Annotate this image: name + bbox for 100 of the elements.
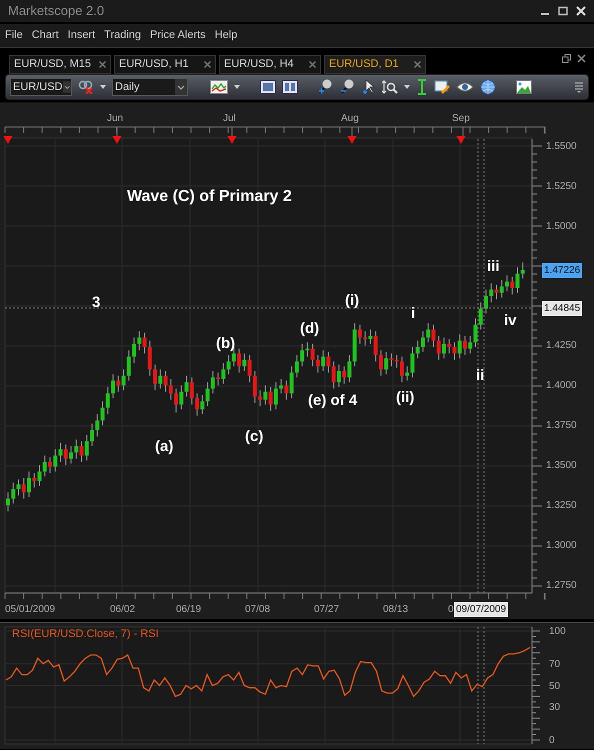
candlestick	[416, 340, 420, 359]
menu-item[interactable]: Help	[214, 27, 238, 44]
candlestick	[394, 354, 399, 368]
image-icon[interactable]	[516, 80, 532, 94]
candlestick	[148, 340, 152, 376]
candlestick	[38, 464, 42, 486]
candlestick	[242, 352, 246, 372]
axis-label: 100	[549, 625, 566, 639]
candlestick	[447, 338, 452, 354]
candlestick	[378, 350, 383, 376]
candlestick	[32, 472, 36, 488]
candlestick	[126, 350, 131, 382]
zoom-out-icon[interactable]	[340, 79, 356, 95]
candlestick	[316, 354, 320, 374]
note-icon[interactable]	[434, 79, 450, 95]
candlestick	[484, 289, 488, 314]
axis-label: 1.3000	[546, 538, 577, 553]
candlestick	[248, 354, 252, 383]
wave-label: 3	[92, 293, 100, 313]
axis-label: 1.2750	[546, 578, 577, 593]
chart-tab[interactable]: EUR/USD, H4	[219, 55, 321, 74]
axis-label: 1.4000	[546, 379, 577, 394]
caret-icon[interactable]	[234, 85, 240, 89]
axis-label: 0	[549, 734, 555, 748]
close-icon[interactable]	[577, 54, 586, 63]
axis-label: 1.4250	[546, 339, 577, 354]
candlestick	[310, 343, 315, 367]
maximize-icon[interactable]	[558, 6, 568, 16]
candlestick	[500, 280, 504, 298]
axis-label: 1.5500	[546, 140, 577, 154]
price-badge: 1.47226	[542, 263, 582, 278]
candlestick	[6, 492, 10, 512]
pointer-icon[interactable]	[362, 79, 376, 95]
chart-tab[interactable]: EUR/USD, D1	[324, 55, 426, 74]
candlestick	[294, 354, 299, 378]
menu-item[interactable]: Chart	[30, 27, 60, 44]
candlestick	[132, 336, 136, 364]
candlestick	[305, 342, 310, 358]
window-icon[interactable]	[282, 80, 298, 94]
line-chart-icon[interactable]	[210, 80, 228, 94]
candlestick	[106, 386, 110, 415]
candlestick	[174, 388, 178, 413]
restore-icon[interactable]	[562, 54, 571, 63]
globe-icon[interactable]	[480, 79, 496, 95]
candlestick	[142, 332, 147, 354]
candlestick	[226, 354, 231, 375]
candlestick	[363, 330, 368, 346]
menu-item[interactable]: File	[4, 27, 24, 44]
candlestick	[48, 456, 52, 474]
wave-label: Wave (C) of Primary 2	[127, 187, 292, 207]
wave-label: (c)	[245, 427, 264, 447]
candlestick	[122, 368, 126, 391]
menu-icon[interactable]	[574, 81, 584, 93]
caret-icon[interactable]	[404, 85, 410, 89]
candlestick	[342, 366, 346, 384]
candlestick	[84, 434, 89, 461]
menu-item[interactable]: Price Alerts	[149, 27, 207, 44]
axis-label: 1.3750	[546, 419, 577, 434]
candlestick	[16, 479, 21, 496]
caret-icon	[175, 79, 187, 95]
axis-label: Sep	[452, 112, 470, 126]
symbol-dropdown[interactable]: EUR/USD	[10, 78, 72, 96]
chart-tab[interactable]: EUR/USD, H1	[114, 55, 216, 74]
window-icon[interactable]	[260, 80, 276, 94]
menu-item[interactable]: Insert	[66, 27, 96, 44]
candlestick	[80, 440, 84, 462]
unlink-icon[interactable]	[78, 80, 94, 94]
candlestick	[42, 455, 47, 477]
candlestick	[137, 330, 142, 351]
candlestick	[210, 370, 215, 394]
marker-icon	[228, 136, 236, 144]
candlestick	[515, 266, 520, 294]
candlestick	[300, 343, 304, 367]
wave-label: (e) of 4	[308, 391, 358, 411]
eye-icon[interactable]	[456, 80, 474, 94]
candlestick	[58, 442, 63, 462]
i-beam-icon[interactable]	[416, 79, 428, 95]
candlestick	[200, 394, 204, 415]
candlestick	[284, 380, 288, 400]
timeframe-dropdown[interactable]: Daily	[112, 78, 188, 96]
candlestick	[462, 335, 467, 356]
menu-item[interactable]: Trading	[103, 27, 142, 44]
caret-icon[interactable]	[100, 85, 106, 89]
candlestick	[473, 318, 478, 348]
chart-tab[interactable]: EUR/USD, M15	[9, 55, 111, 74]
magnifier-icon[interactable]	[382, 79, 398, 95]
candlestick	[504, 274, 509, 292]
candlestick	[374, 330, 378, 362]
candlestick	[184, 375, 189, 398]
zoom-in-icon[interactable]	[318, 79, 334, 95]
wave-label: iii	[487, 257, 500, 277]
candlestick	[237, 348, 242, 374]
axis-label: 1.5000	[546, 220, 577, 234]
candlestick	[332, 360, 336, 390]
wave-label: ii	[476, 366, 484, 386]
wave-label: (a)	[155, 437, 174, 457]
axis-label: 07/08	[245, 603, 270, 617]
axis-label: 30	[549, 701, 560, 716]
candlestick	[405, 366, 410, 382]
candlestick	[420, 330, 425, 352]
